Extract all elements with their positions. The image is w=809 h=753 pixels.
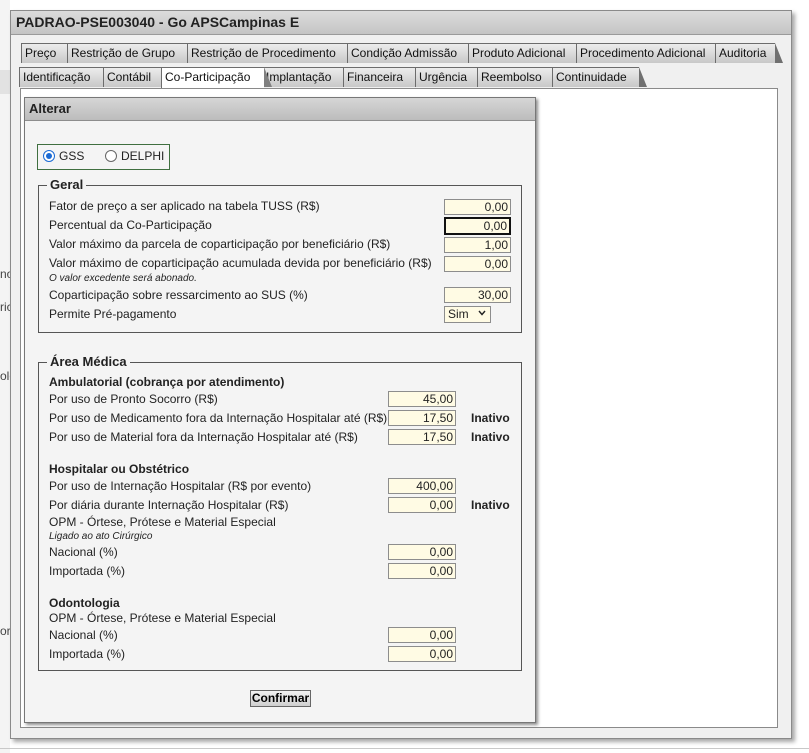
- radio-delphi-label: DELPHI: [121, 149, 165, 163]
- ressarcimento-sus-input[interactable]: [444, 287, 511, 303]
- tab-reembolso[interactable]: Reembolso: [477, 67, 562, 87]
- hospitalar-opm-label: OPM - Órtese, Prótese e Material Especia…: [49, 515, 276, 529]
- alterar-form: Alterar GSS DELPHI Geral Fator de preço …: [24, 97, 536, 723]
- diaria-label: Por diária durante Internação Hospitalar…: [49, 498, 289, 512]
- ato-cirurgico-note: Ligado ao ato Cirúrgico: [49, 531, 153, 542]
- radio-gss[interactable]: GSS: [43, 149, 84, 163]
- tab-condicao-admissao[interactable]: Condição Admissão: [347, 43, 478, 63]
- tab-implantacao[interactable]: Implantação: [262, 67, 353, 87]
- odontologia-heading: Odontologia: [49, 596, 120, 610]
- area-medica-legend: Área Médica: [47, 354, 130, 370]
- tab-continuidade[interactable]: Continuidade: [552, 67, 647, 87]
- internacao-label: Por uso de Internação Hospitalar (R$ por…: [49, 479, 312, 493]
- geral-fieldset: Geral Fator de preço a ser aplicado na t…: [38, 177, 522, 333]
- percentual-coparticipacao-label: Percentual da Co-Participação: [49, 218, 212, 232]
- radio-gss-label: GSS: [59, 149, 85, 163]
- window-title: PADRAO-PSE003040 - Go APSCampinas E: [11, 11, 791, 35]
- odontologia-importada-label: Importada (%): [49, 647, 126, 661]
- tab-urgencia[interactable]: Urgência: [415, 67, 487, 87]
- tab-identificacao[interactable]: Identificação: [19, 67, 113, 87]
- ambulatorial-heading: Ambulatorial (cobrança por atendimento): [49, 375, 285, 389]
- radio-unselected-icon: [105, 150, 117, 162]
- geral-legend: Geral: [47, 177, 87, 193]
- hospitalar-heading: Hospitalar ou Obstétrico: [49, 462, 190, 476]
- fator-preco-label: Fator de preço a ser aplicado na tabela …: [49, 199, 320, 213]
- tab-restricao-grupo[interactable]: Restrição de Grupo: [67, 43, 197, 63]
- odontologia-nacional-input[interactable]: [388, 627, 456, 643]
- hospitalar-importada-label: Importada (%): [49, 564, 126, 578]
- ressarcimento-sus-label: Coparticipação sobre ressarcimento ao SU…: [49, 288, 308, 302]
- valor-maximo-acumulada-input[interactable]: [444, 256, 511, 272]
- diaria-status-badge: Inativo: [471, 498, 510, 512]
- tab-procedimento-adicional[interactable]: Procedimento Adicional: [576, 43, 725, 63]
- medicamento-input[interactable]: [388, 410, 456, 426]
- material-label: Por uso de Material fora da Internação H…: [49, 430, 358, 444]
- diaria-input[interactable]: [388, 497, 456, 513]
- tab-contabil[interactable]: Contábil: [103, 67, 171, 87]
- valor-maximo-acumulada-label: Valor máximo de coparticipação acumulada…: [49, 256, 432, 270]
- material-status-badge: Inativo: [471, 430, 510, 444]
- tab-produto-adicional[interactable]: Produto Adicional: [468, 43, 586, 63]
- pre-pagamento-label: Permite Pré-pagamento: [49, 307, 177, 321]
- tab-financeira[interactable]: Financeira: [343, 67, 425, 87]
- tab-restricao-procedimento[interactable]: Restrição de Procedimento: [187, 43, 357, 63]
- excedente-note: O valor excedente será abonado.: [49, 273, 197, 284]
- page-divider: [0, 748, 809, 749]
- odontologia-nacional-label: Nacional (%): [49, 628, 118, 642]
- hospitalar-nacional-label: Nacional (%): [49, 545, 118, 559]
- odontologia-importada-input[interactable]: [388, 646, 456, 662]
- valor-maximo-parcela-input[interactable]: [444, 237, 511, 253]
- tab-preco[interactable]: Preço: [21, 43, 77, 63]
- odontologia-opm-label: OPM - Órtese, Prótese e Material Especia…: [49, 611, 276, 625]
- pre-pagamento-value: Sim: [448, 307, 469, 321]
- material-input[interactable]: [388, 429, 456, 445]
- form-title: Alterar: [25, 98, 535, 121]
- pronto-socorro-label: Por uso de Pronto Socorro (R$): [49, 392, 218, 406]
- tab-auditoria[interactable]: Auditoria: [715, 43, 783, 63]
- area-medica-fieldset: Área Médica Ambulatorial (cobrança por a…: [38, 354, 522, 671]
- valor-maximo-parcela-label: Valor máximo da parcela de coparticipaçã…: [49, 237, 391, 251]
- radio-delphi[interactable]: DELPHI: [105, 149, 164, 163]
- source-radio-group: GSS DELPHI: [37, 144, 170, 170]
- medicamento-status-badge: Inativo: [471, 411, 510, 425]
- confirm-button[interactable]: Confirmar: [250, 690, 311, 707]
- medicamento-label: Por uso de Medicamento fora da Internaçã…: [49, 411, 388, 425]
- fator-preco-input[interactable]: [444, 199, 511, 215]
- pronto-socorro-input[interactable]: [388, 391, 456, 407]
- hospitalar-importada-input[interactable]: [388, 563, 456, 579]
- hospitalar-nacional-input[interactable]: [388, 544, 456, 560]
- radio-selected-icon: [43, 150, 55, 162]
- background-sidebar-item: [0, 70, 10, 94]
- chevron-down-icon: [478, 310, 486, 316]
- internacao-input[interactable]: [388, 478, 456, 494]
- percentual-coparticipacao-input[interactable]: [444, 217, 511, 235]
- tab-co-participacao[interactable]: Co-Participação: [161, 67, 272, 88]
- pre-pagamento-select[interactable]: Sim: [444, 306, 491, 323]
